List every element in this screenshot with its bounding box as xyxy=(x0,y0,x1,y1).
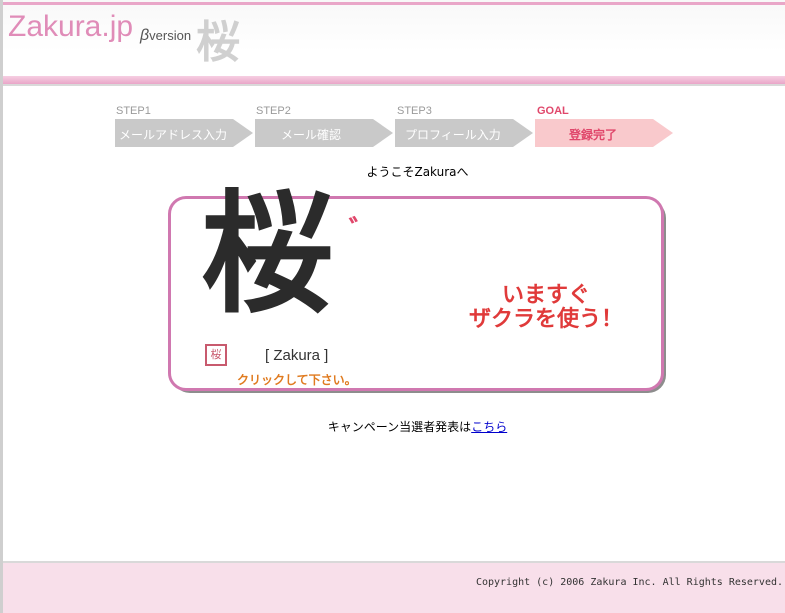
step-goal-arrow: 登録完了 xyxy=(535,119,675,147)
sakura-calligraphy-icon: 桜 xyxy=(201,177,333,332)
step-1-arrow: メールアドレス入力 xyxy=(115,119,255,147)
footer: Copyright (c) 2006 Zakura Inc. All Right… xyxy=(3,563,785,613)
seal-stamp-icon: 桜 xyxy=(205,344,227,366)
campaign-link[interactable]: こちら xyxy=(471,420,507,434)
header-top-line xyxy=(3,2,785,5)
step-2-text: メール確認 xyxy=(281,128,342,142)
step-label-2: STEP2 xyxy=(256,105,291,117)
step-label-goal: GOAL xyxy=(537,105,569,117)
step-labels: STEP1 STEP2 STEP3 GOAL xyxy=(0,105,785,119)
step-label-3: STEP3 xyxy=(397,105,432,117)
beta-version-label: βversion xyxy=(140,27,191,45)
header-bottom-band xyxy=(3,76,785,84)
step-2-arrow: メール確認 xyxy=(255,119,395,147)
banner-click-prompt: クリックして下さい。 xyxy=(237,373,357,387)
beta-text: version xyxy=(149,28,192,43)
header-sakura-logo-icon: 桜 xyxy=(196,17,240,68)
beta-symbol: β xyxy=(140,27,150,44)
step-3-arrow: プロフィール入力 xyxy=(395,119,535,147)
step-1-text: メールアドレス入力 xyxy=(119,128,228,142)
campaign-text: キャンペーン当選者発表は xyxy=(327,420,472,434)
campaign-notice: キャンペーン当選者発表はこちら xyxy=(0,418,785,435)
site-logo[interactable]: Zakura.jp xyxy=(8,10,133,44)
step-label-1: STEP1 xyxy=(116,105,151,117)
banner-brand-name: [ Zakura ] xyxy=(265,347,329,364)
copyright-text: Copyright (c) 2006 Zakura Inc. All Right… xyxy=(475,577,783,588)
left-rail xyxy=(0,0,3,613)
start-zakura-banner[interactable]: 桜 ゛ 桜 [ Zakura ] クリックして下さい。 いますぐ ザクラを使う！ xyxy=(168,189,664,391)
calligraphy-accent: ゛ xyxy=(349,214,378,247)
step-3-text: プロフィール入力 xyxy=(405,128,501,142)
header-divider xyxy=(3,84,785,86)
step-goal-text: 登録完了 xyxy=(569,128,618,142)
banner-cta-line2: ザクラを使う！ xyxy=(468,307,623,332)
welcome-message: ようこそZakuraへ xyxy=(366,165,469,179)
